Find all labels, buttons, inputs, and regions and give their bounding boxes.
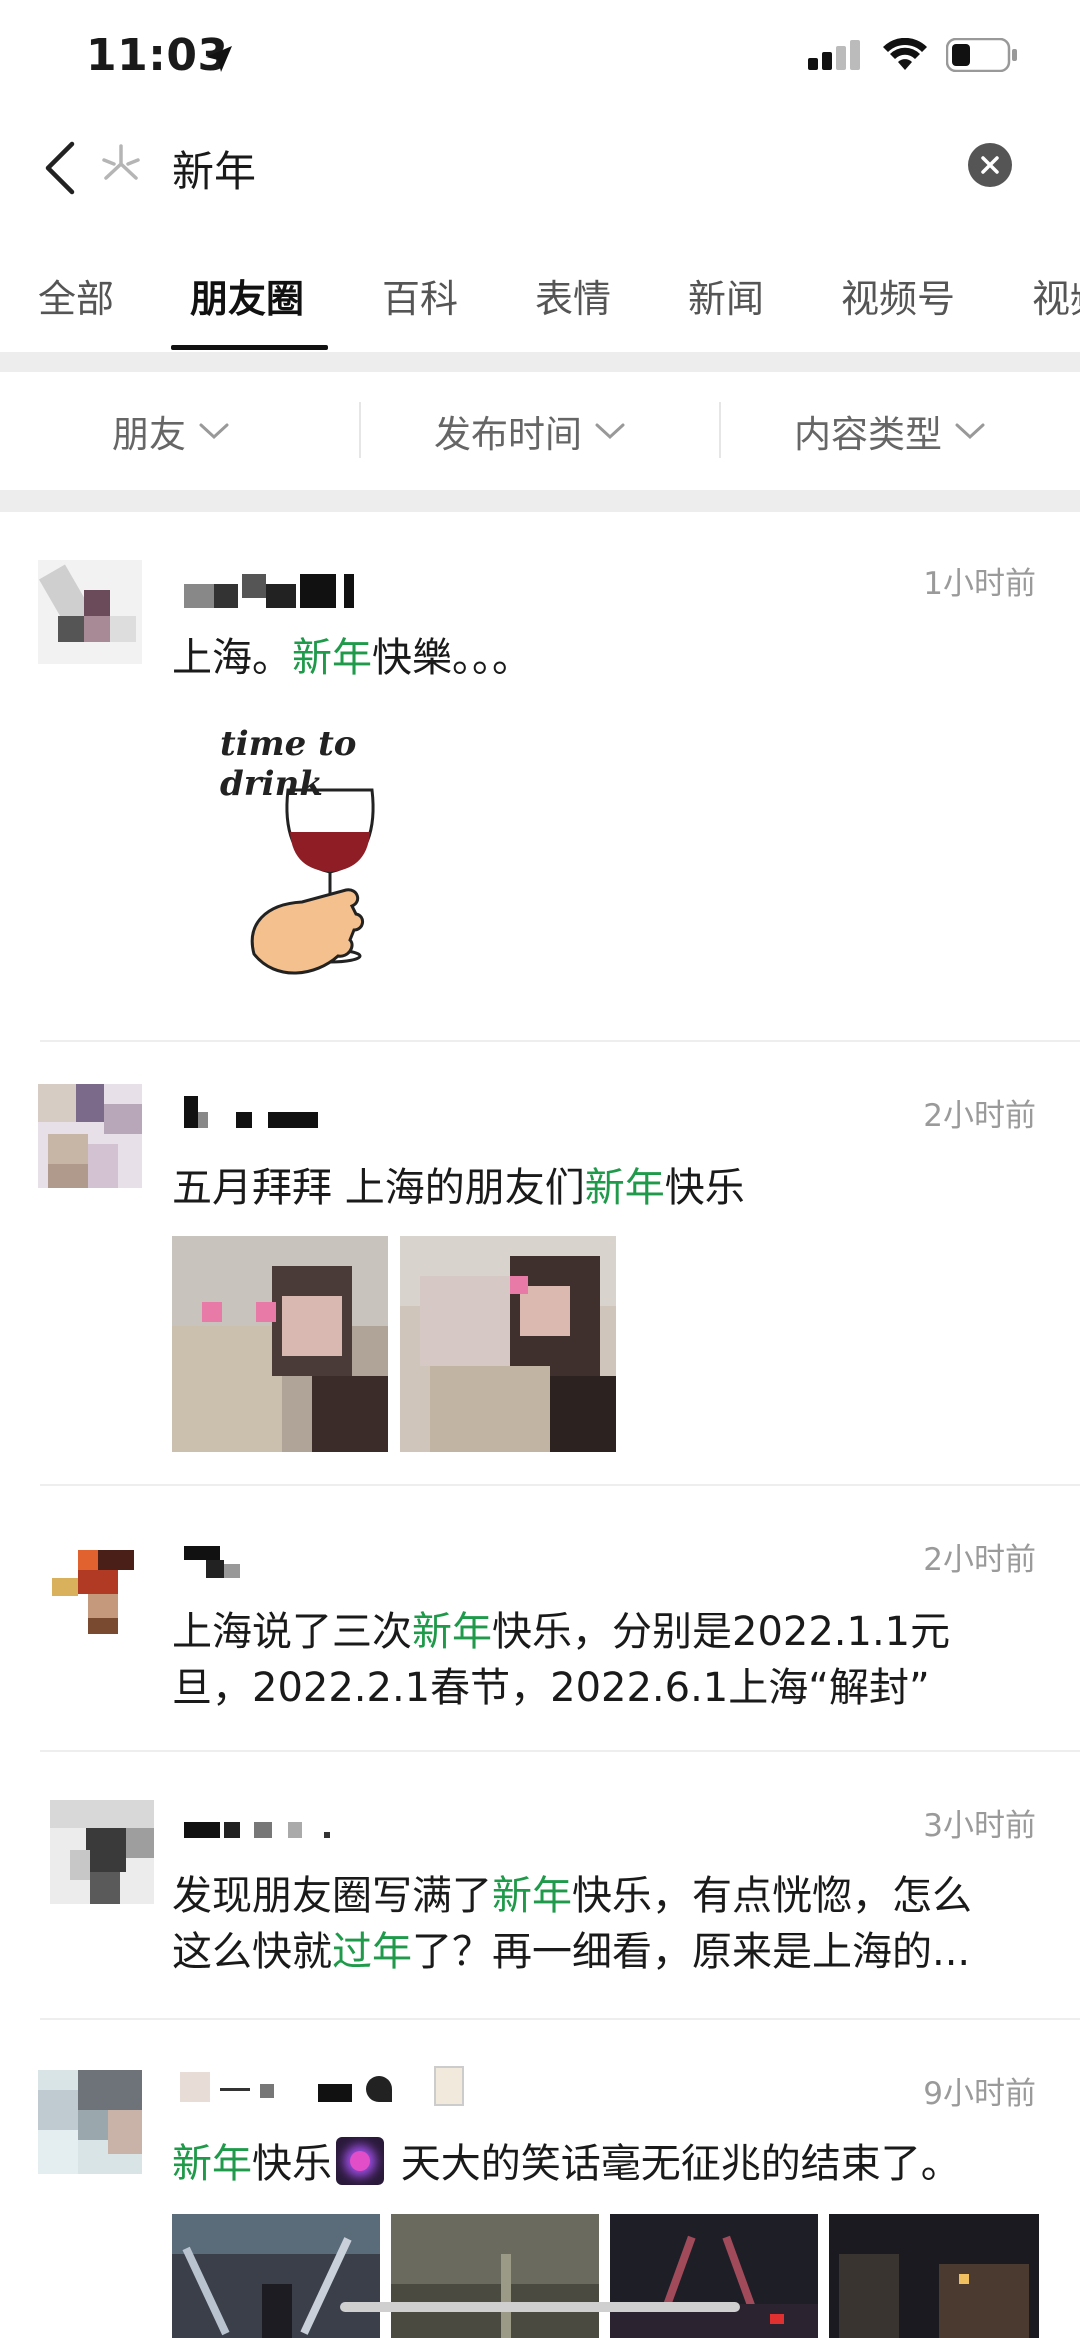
post-divider (40, 2018, 1080, 2020)
battery-icon (946, 38, 1017, 72)
search-input[interactable]: 新年 (172, 138, 256, 199)
post-text[interactable]: 上海。新年快樂。。。 (172, 630, 1032, 686)
filter-friends-label: 朋友 (112, 413, 186, 456)
post-time: 1小时前 (923, 566, 1036, 602)
chevron-down-icon (955, 423, 985, 440)
filter-publish-time-label: 发布时间 (434, 413, 582, 456)
tab-videos[interactable]: 视频 (1032, 268, 1080, 323)
filter-publish-time[interactable]: 发布时间 (434, 404, 626, 458)
post-text[interactable]: 发现朋友圈写满了新年快乐，有点恍惚，怎么 这么快就过年了？再一细看，原来是上海的… (172, 1868, 1032, 1980)
wifi-icon (883, 38, 927, 70)
post-time: 2小时前 (923, 1542, 1036, 1578)
post-text[interactable]: 新年快乐 天大的笑话毫无征兆的结束了。 (172, 2136, 1032, 2192)
avatar[interactable] (38, 2070, 142, 2174)
filter-friends[interactable]: 朋友 (112, 404, 230, 458)
avatar[interactable] (38, 1084, 142, 1188)
avatar[interactable] (38, 560, 142, 664)
post-image[interactable] (610, 2214, 818, 2338)
tab-stickers[interactable]: 表情 (535, 268, 611, 323)
post-image-wine[interactable]: time to drink (206, 714, 466, 1004)
clear-search-button[interactable] (968, 143, 1012, 187)
app-screen: { "status": {"time": "11:03"}, "search":… (0, 0, 1080, 2338)
close-icon (981, 156, 999, 174)
filter-divider (719, 402, 721, 458)
post-image[interactable] (172, 2214, 380, 2338)
active-tab-indicator (171, 345, 328, 350)
chevron-down-icon (595, 423, 625, 440)
filter-content-type-label: 内容类型 (794, 413, 942, 456)
tab-encyclopedia[interactable]: 百科 (382, 268, 458, 323)
category-tabs: 全部 朋友圈 百科 表情 新闻 视频号 视频 (0, 250, 1080, 354)
author-name[interactable] (180, 2066, 480, 2108)
post-image[interactable] (400, 1236, 616, 1452)
avatar[interactable] (38, 1530, 142, 1634)
post-divider (40, 1040, 1080, 1042)
location-arrow-icon (206, 46, 232, 72)
post-time: 2小时前 (923, 1098, 1036, 1134)
wechat-search-icon (102, 144, 140, 180)
filter-divider (359, 402, 361, 458)
wine-glass-illustration (250, 788, 375, 975)
signal-icon (808, 40, 860, 70)
post-image[interactable] (172, 1236, 388, 1452)
home-indicator[interactable] (340, 2302, 740, 2312)
avatar[interactable] (50, 1800, 154, 1904)
section-separator (0, 490, 1080, 512)
chevron-down-icon (199, 423, 229, 440)
post-time: 9小时前 (923, 2076, 1036, 2112)
post-text[interactable]: 上海说了三次新年快乐，分别是2022.1.1元 旦，2022.2.1春节，202… (172, 1604, 1032, 1716)
post-time: 3小时前 (923, 1808, 1036, 1844)
status-icons (808, 38, 1018, 72)
back-arrow-icon[interactable] (40, 140, 80, 196)
tab-moments[interactable]: 朋友圈 (190, 268, 304, 323)
section-separator (0, 352, 1080, 372)
post-text[interactable]: 五月拜拜 上海的朋友们新年快乐 (172, 1160, 1032, 1216)
tab-channels[interactable]: 视频号 (841, 268, 955, 323)
post-image[interactable] (829, 2214, 1039, 2338)
post-divider (40, 1484, 1080, 1486)
filter-content-type[interactable]: 内容类型 (794, 404, 986, 458)
tab-news[interactable]: 新闻 (688, 268, 764, 323)
post-image[interactable] (391, 2214, 599, 2338)
post-divider (40, 1750, 1080, 1752)
tab-all[interactable]: 全部 (38, 268, 114, 323)
fireworks-emoji-icon (336, 2137, 384, 2185)
